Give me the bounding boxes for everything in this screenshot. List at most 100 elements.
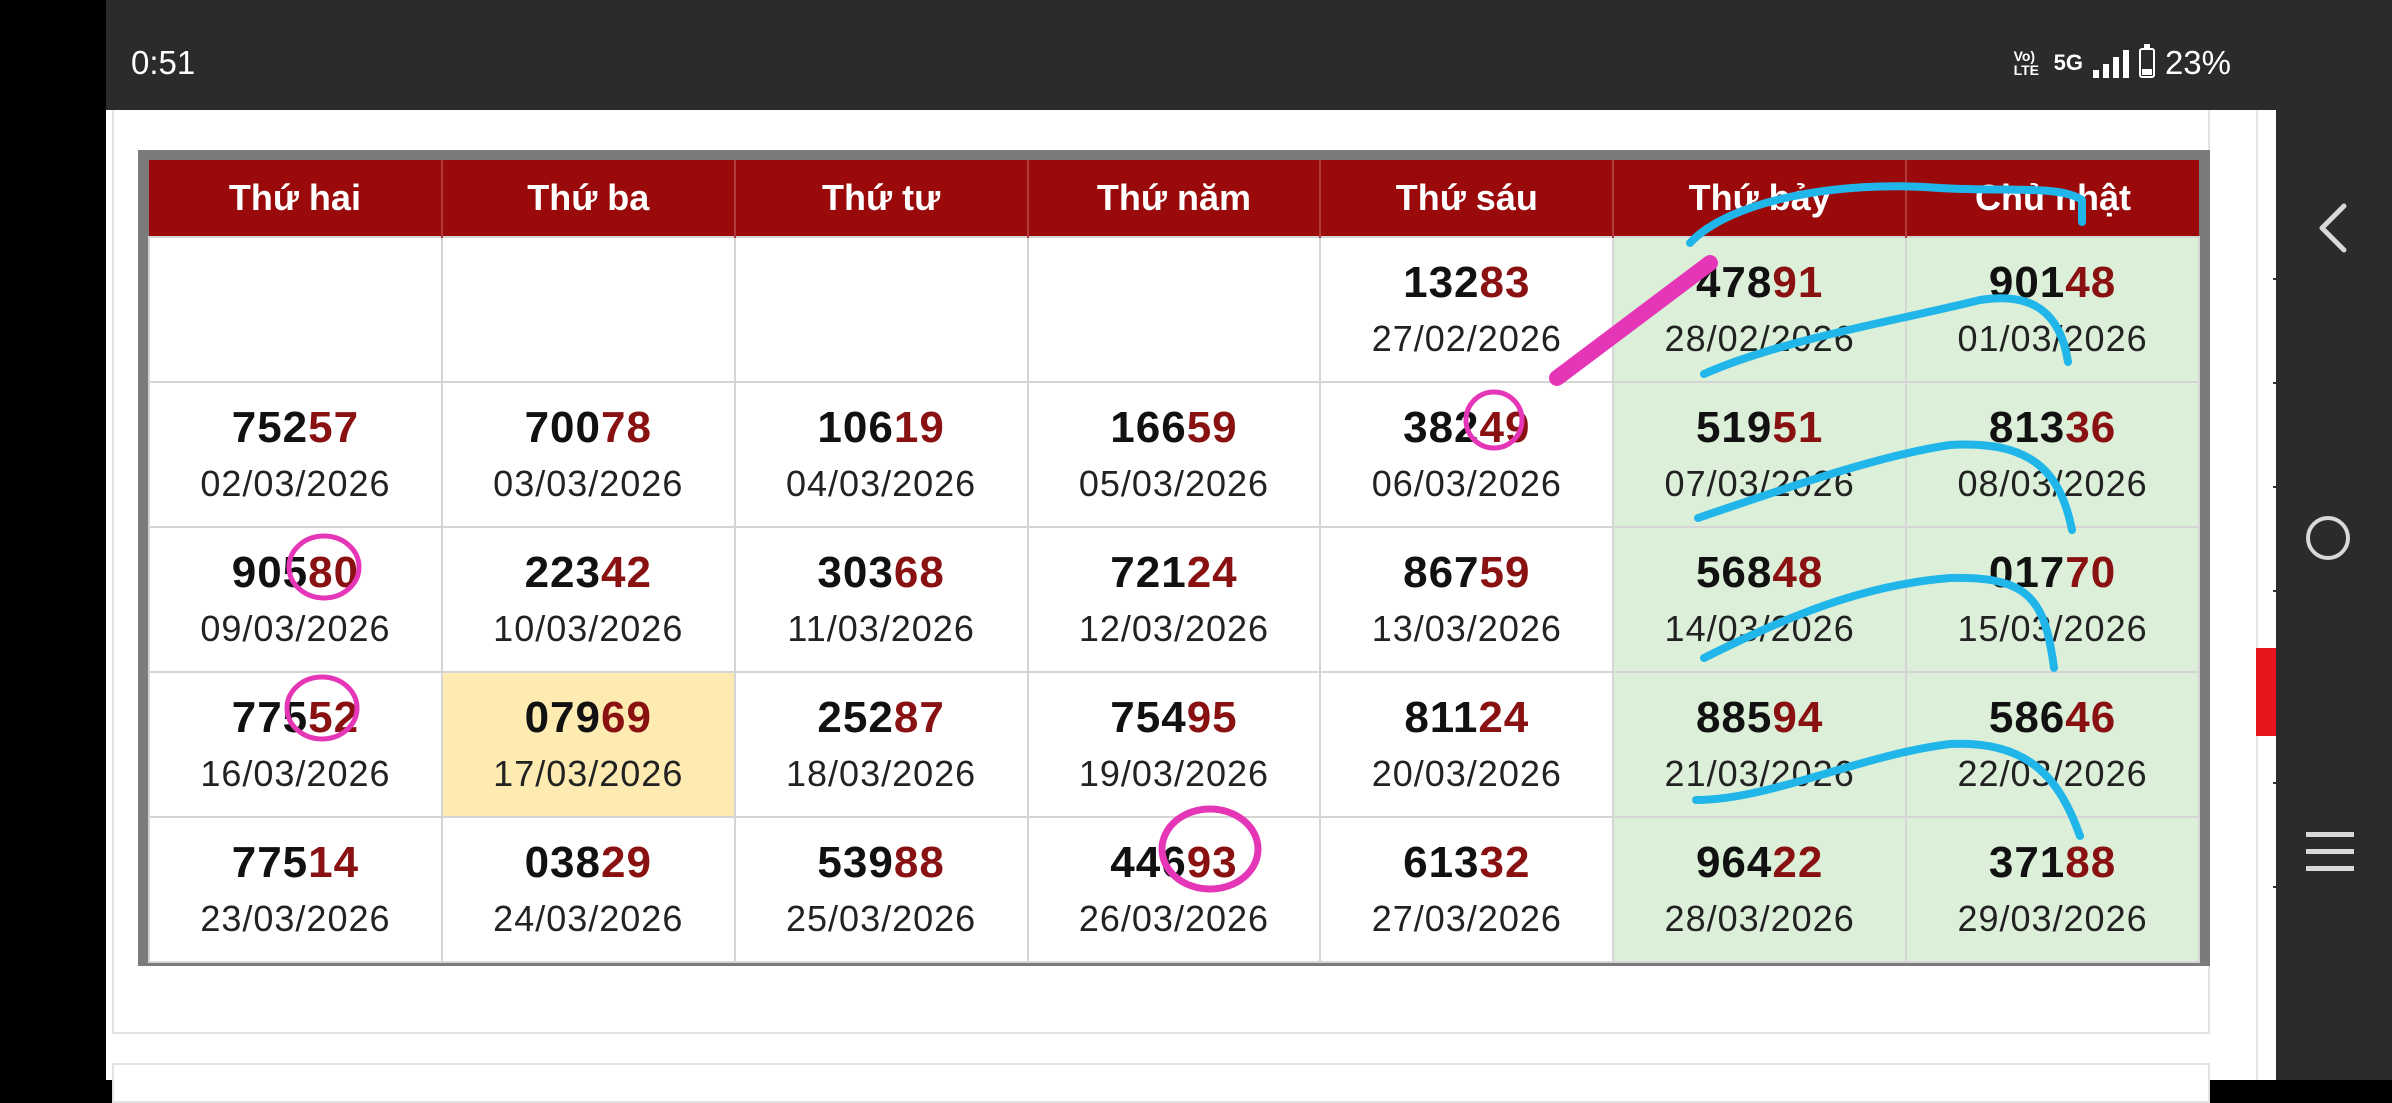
- result-number: 37188: [1907, 838, 2198, 888]
- day-cell: [733, 236, 1029, 383]
- result-number: 81124: [1321, 693, 1612, 743]
- result-tail-digits: 51: [1772, 402, 1824, 452]
- result-number: 47891: [1614, 258, 1905, 308]
- result-number: 70078: [443, 403, 734, 453]
- day-cell: 75257 02/03/2026: [148, 381, 443, 528]
- result-date: 15/03/2026: [1957, 607, 2148, 649]
- recents-icon[interactable]: [2306, 832, 2354, 883]
- day-cell: 03829 24/03/2026: [440, 816, 736, 963]
- day-cell: 75495 19/03/2026: [1026, 671, 1322, 818]
- result-number: 61332: [1321, 838, 1612, 888]
- week-row: 13283 27/02/2026 47891 28/02/2026 90148 01/03…: [148, 236, 2200, 383]
- result-head-digits: 132: [1403, 257, 1480, 307]
- result-number: 13283: [1321, 258, 1612, 308]
- result-date: 13/03/2026: [1371, 607, 1562, 649]
- signal-icon: [2092, 48, 2129, 78]
- results-card: Thứ hai Thứ ba Thứ tư Thứ năm Thứ sáu Thứ bảy…: [112, 110, 2210, 1034]
- result-number: 01770: [1907, 548, 2198, 598]
- result-date: 11/03/2026: [787, 607, 975, 649]
- result-date: 06/03/2026: [1371, 462, 1562, 504]
- result-head-digits: 586: [1988, 692, 2066, 742]
- week-row: 75257 02/03/2026 70078 03/03/2026 10619 04/03…: [148, 381, 2200, 528]
- result-number: 75257: [150, 403, 441, 453]
- result-date: 29/03/2026: [1957, 897, 2148, 939]
- result-number: 96422: [1614, 838, 1905, 888]
- result-number: 25287: [736, 693, 1027, 743]
- weekday-header: Thứ hai: [149, 160, 443, 237]
- result-head-digits: 905: [231, 547, 309, 597]
- status-time: 0:51: [131, 44, 196, 81]
- result-head-digits: 721: [1110, 547, 1187, 597]
- result-number: 07969: [443, 693, 734, 743]
- weekday-header: Thứ ba: [441, 160, 736, 237]
- result-head-digits: 752: [231, 402, 309, 452]
- result-date: 16/03/2026: [200, 752, 391, 794]
- day-cell: 96422 28/03/2026: [1612, 816, 1908, 963]
- result-tail-digits: 91: [1772, 257, 1824, 307]
- result-number: 38249: [1321, 403, 1612, 453]
- result-head-digits: 811: [1404, 692, 1479, 742]
- result-date: 21/03/2026: [1664, 752, 1855, 794]
- home-icon[interactable]: [2306, 516, 2350, 560]
- red-edge-marker: [2256, 648, 2276, 736]
- result-tail-digits: 22: [1772, 837, 1824, 887]
- result-date: 28/03/2026: [1664, 897, 1855, 939]
- day-cell: 25287 18/03/2026: [733, 671, 1029, 818]
- result-number: 10619: [736, 403, 1027, 453]
- day-cell: 13283 27/02/2026: [1319, 236, 1615, 383]
- result-head-digits: 901: [1988, 257, 2066, 307]
- result-head-digits: 303: [817, 547, 894, 597]
- weekday-header: Thứ sáu: [1320, 160, 1615, 237]
- day-cell: 86759 13/03/2026: [1319, 526, 1615, 673]
- result-number: 22342: [443, 548, 734, 598]
- result-tail-digits: 48: [2065, 257, 2117, 307]
- result-head-digits: 166: [1110, 402, 1187, 452]
- result-date: 14/03/2026: [1664, 607, 1855, 649]
- result-head-digits: 446: [1110, 837, 1187, 887]
- result-head-digits: 252: [817, 692, 894, 742]
- result-date: 18/03/2026: [786, 752, 977, 794]
- status-icons: Vo) LTE 5G 23%: [2014, 44, 2231, 82]
- result-number: 77514: [150, 838, 441, 888]
- day-cell: 16659 05/03/2026: [1026, 381, 1322, 528]
- result-date: 05/03/2026: [1078, 462, 1270, 504]
- result-date: 01/03/2026: [1957, 317, 2148, 359]
- result-number: 72124: [1029, 548, 1320, 598]
- result-head-digits: 867: [1403, 547, 1480, 597]
- day-cell: 44693 26/03/2026: [1026, 816, 1322, 963]
- result-tail-digits: 87: [893, 692, 945, 742]
- day-cell: 56848 14/03/2026: [1612, 526, 1908, 673]
- result-number: 88594: [1614, 693, 1905, 743]
- result-tail-digits: 29: [601, 837, 652, 887]
- week-row: 77552 16/03/2026 07969 17/03/2026 25287 18/03…: [148, 671, 2200, 818]
- day-cell: 77552 16/03/2026: [148, 671, 443, 818]
- result-tail-digits: 70: [2065, 547, 2117, 597]
- result-tail-digits: 78: [601, 402, 652, 452]
- result-tail-digits: 88: [893, 837, 945, 887]
- result-tail-digits: 68: [893, 547, 945, 597]
- result-number: 53988: [736, 838, 1027, 888]
- result-tail-digits: 49: [1479, 402, 1531, 452]
- left-black-strip: [0, 0, 106, 1080]
- result-head-digits: 038: [524, 837, 601, 887]
- result-head-digits: 775: [231, 692, 309, 742]
- result-number: 51951: [1614, 403, 1905, 453]
- result-tail-digits: 36: [2065, 402, 2117, 452]
- week-row: 77514 23/03/2026 03829 24/03/2026 53988 25/03…: [148, 816, 2200, 963]
- results-calendar: Thứ hai Thứ ba Thứ tư Thứ năm Thứ sáu Thứ bảy…: [148, 160, 2200, 963]
- weekday-header: Thứ năm: [1027, 160, 1322, 237]
- result-head-digits: 382: [1403, 402, 1480, 452]
- result-head-digits: 539: [817, 837, 894, 887]
- battery-icon: [2138, 44, 2155, 78]
- weekday-header: Thứ tư: [734, 160, 1029, 237]
- weekday-header: Chủ nhật: [1906, 160, 2199, 237]
- result-date: 10/03/2026: [493, 607, 684, 649]
- day-cell: 90148 01/03/2026: [1905, 236, 2200, 383]
- back-icon[interactable]: [2314, 200, 2350, 256]
- result-tail-digits: 19: [893, 402, 945, 452]
- result-tail-digits: 69: [601, 692, 652, 742]
- result-date: 12/03/2026: [1078, 607, 1270, 649]
- result-tail-digits: 32: [1479, 837, 1531, 887]
- network-type: 5G: [2053, 50, 2083, 75]
- day-cell: [1026, 236, 1322, 383]
